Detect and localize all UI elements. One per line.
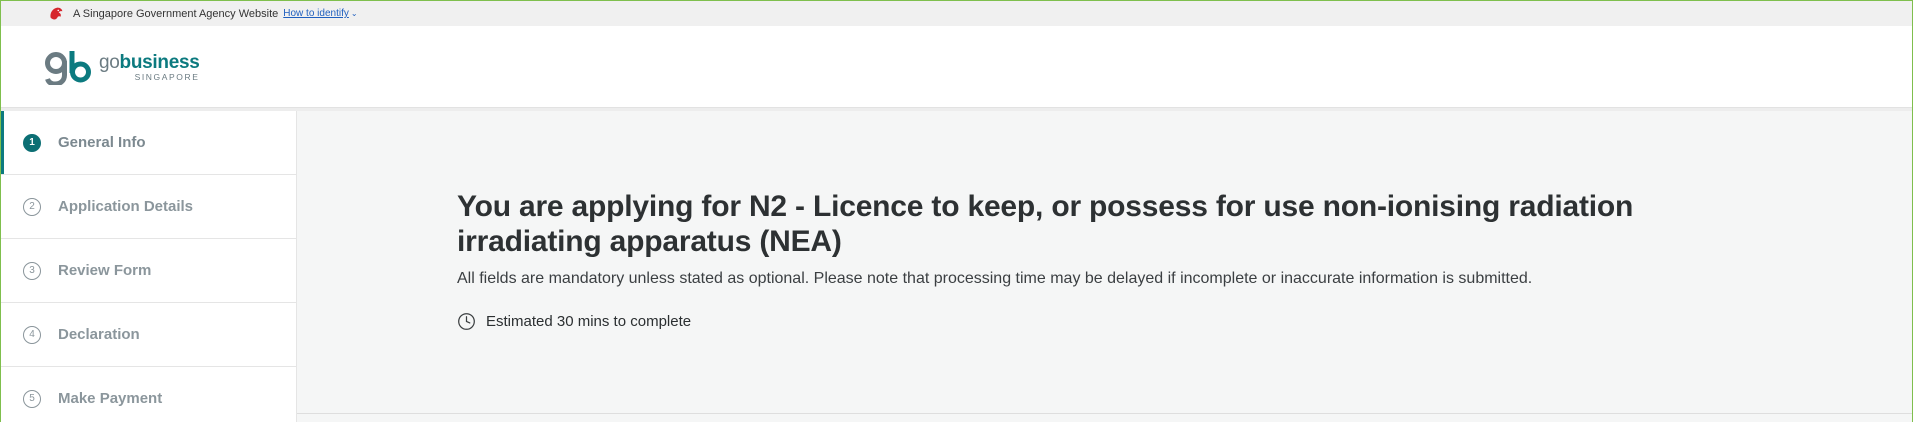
step-number-badge: 2 bbox=[23, 197, 41, 216]
step-general-info[interactable]: 1 General Info bbox=[1, 111, 296, 175]
chevron-down-icon[interactable]: ⌄ bbox=[351, 9, 358, 18]
logo-go-text: go bbox=[99, 51, 120, 73]
how-to-identify-link[interactable]: How to identify bbox=[283, 8, 349, 19]
step-review-form[interactable]: 3 Review Form bbox=[1, 239, 296, 303]
step-number-badge: 4 bbox=[23, 325, 41, 344]
page-frame: A Singapore Government Agency Website Ho… bbox=[0, 0, 1913, 422]
section-divider bbox=[297, 413, 1912, 414]
step-application-details[interactable]: 2 Application Details bbox=[1, 175, 296, 239]
lion-head-icon bbox=[47, 5, 65, 23]
mandatory-fields-note: All fields are mandatory unless stated a… bbox=[457, 270, 1533, 287]
gov-masthead: A Singapore Government Agency Website Ho… bbox=[1, 1, 1912, 26]
steps-sidebar: 1 General Info 2 Application Details 3 R… bbox=[1, 111, 297, 422]
page-title: You are applying for N2 - Licence to kee… bbox=[457, 190, 1634, 258]
intro-section: You are applying for N2 - Licence to kee… bbox=[457, 189, 1757, 331]
step-label: Make Payment bbox=[58, 390, 163, 407]
gb-logo-icon bbox=[45, 51, 91, 85]
step-declaration[interactable]: 4 Declaration bbox=[1, 303, 296, 367]
step-number-badge: 3 bbox=[23, 261, 41, 280]
step-label: General Info bbox=[58, 134, 146, 151]
step-number-badge: 5 bbox=[23, 389, 41, 408]
step-number-badge: 1 bbox=[23, 133, 41, 152]
masthead-text: A Singapore Government Agency Website bbox=[73, 7, 279, 20]
logo-business-text: business bbox=[119, 51, 200, 73]
logo-singapore-text: SINGAPORE bbox=[134, 71, 200, 82]
step-label: Declaration bbox=[58, 326, 140, 343]
main-content: You are applying for N2 - Licence to kee… bbox=[297, 111, 1912, 422]
step-label: Review Form bbox=[58, 262, 152, 279]
clock-icon bbox=[458, 313, 475, 330]
step-label: Application Details bbox=[58, 198, 194, 215]
gobusiness-logo[interactable]: gobusiness SINGAPORE bbox=[45, 49, 200, 85]
time-estimate: Estimated 30 mins to complete bbox=[457, 312, 1757, 331]
site-header: gobusiness SINGAPORE bbox=[1, 26, 1912, 111]
body-area: 1 General Info 2 Application Details 3 R… bbox=[1, 111, 1912, 422]
time-estimate-text: Estimated 30 mins to complete bbox=[486, 313, 692, 330]
step-make-payment[interactable]: 5 Make Payment bbox=[1, 367, 296, 422]
